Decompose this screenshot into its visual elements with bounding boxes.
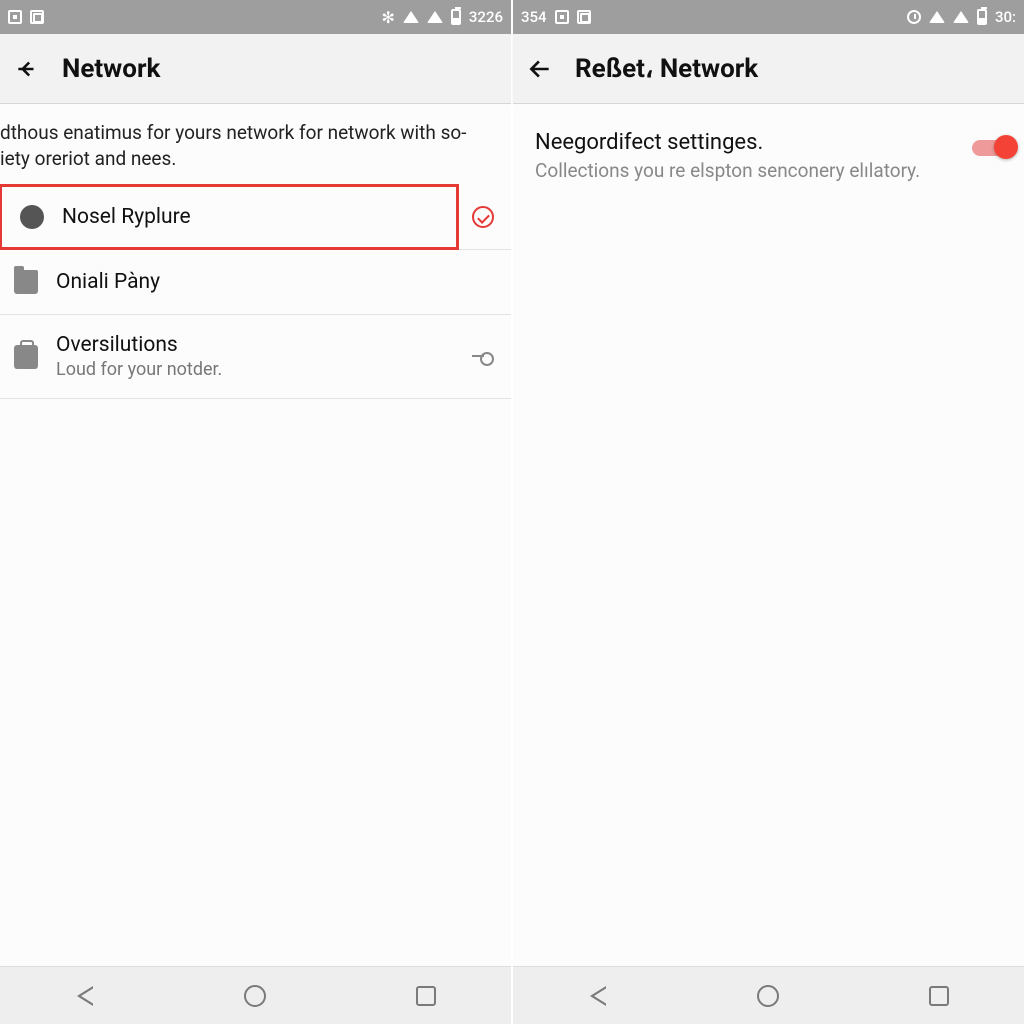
back-button[interactable]	[14, 56, 40, 82]
screenshot-icon	[30, 10, 44, 24]
toggle-switch[interactable]	[972, 134, 1016, 160]
app-bar-right: Reßet، Network	[513, 34, 1024, 104]
nav-recent-button[interactable]	[924, 981, 954, 1011]
trail-empty	[469, 268, 497, 296]
right-screen: 354 30: Reßet، Network Neegordife	[511, 0, 1024, 1024]
nav-home-button[interactable]	[753, 981, 783, 1011]
status-bar-left: ✻ 3226	[0, 0, 511, 34]
nav-home-button[interactable]	[240, 981, 270, 1011]
snowflake-icon: ✻	[381, 8, 394, 27]
nav-back-button[interactable]	[70, 981, 100, 1011]
bullet-icon	[20, 205, 44, 229]
status-bar-right: 354 30:	[513, 0, 1024, 34]
page-title: Network	[62, 54, 160, 84]
content-right: Neegordifect settinges. Collections you …	[513, 104, 1024, 966]
folder-icon	[14, 270, 38, 294]
back-button[interactable]	[527, 56, 553, 82]
battery-icon	[451, 9, 461, 25]
setting-title: Neegordifect settinges.	[535, 130, 962, 155]
list-item-oversilutions[interactable]: Oversilutions Loud for your notder.	[0, 315, 511, 399]
content-left: dthous enatimus for yours network for ne…	[0, 104, 511, 966]
nav-bar-right	[513, 966, 1024, 1024]
list-item-nosel[interactable]: Nosel Ryplure	[0, 185, 511, 250]
nav-back-button[interactable]	[583, 981, 613, 1011]
briefcase-icon	[14, 345, 38, 369]
setting-subtitle: Collections you re elspton senconery elı…	[535, 159, 962, 182]
wifi-icon	[403, 11, 419, 23]
battery-icon	[977, 9, 987, 25]
status-time: 30:	[995, 8, 1016, 26]
row-title: Oniali Pàny	[56, 270, 451, 294]
key-icon	[469, 343, 497, 371]
status-time: 3226	[469, 8, 503, 26]
toggle-thumb	[994, 135, 1018, 159]
nav-bar-left	[0, 966, 511, 1024]
wifi-icon-2	[953, 11, 969, 23]
status-left-time: 354	[521, 8, 547, 26]
row-title: Nosel Ryplure	[62, 205, 451, 229]
page-title: Reßet، Network	[575, 54, 758, 84]
setting-row[interactable]: Neegordifect settinges. Collections you …	[513, 104, 1024, 194]
notification-icon	[555, 10, 569, 24]
notification-icon	[8, 10, 22, 24]
check-icon	[469, 203, 497, 231]
alarm-icon	[907, 10, 921, 24]
left-screen: ✻ 3226 Network dthous enatimus for yours…	[0, 0, 511, 1024]
list-item-oniali[interactable]: Oniali Pàny	[0, 250, 511, 315]
row-subtitle: Loud for your notder.	[56, 359, 451, 380]
wifi-icon	[929, 11, 945, 23]
nav-recent-button[interactable]	[411, 981, 441, 1011]
screenshot-icon	[577, 10, 591, 24]
row-title: Oversilutions	[56, 333, 451, 357]
wifi-icon-2	[427, 11, 443, 23]
intro-text: dthous enatimus for yours network for ne…	[0, 104, 511, 185]
app-bar-left: Network	[0, 34, 511, 104]
